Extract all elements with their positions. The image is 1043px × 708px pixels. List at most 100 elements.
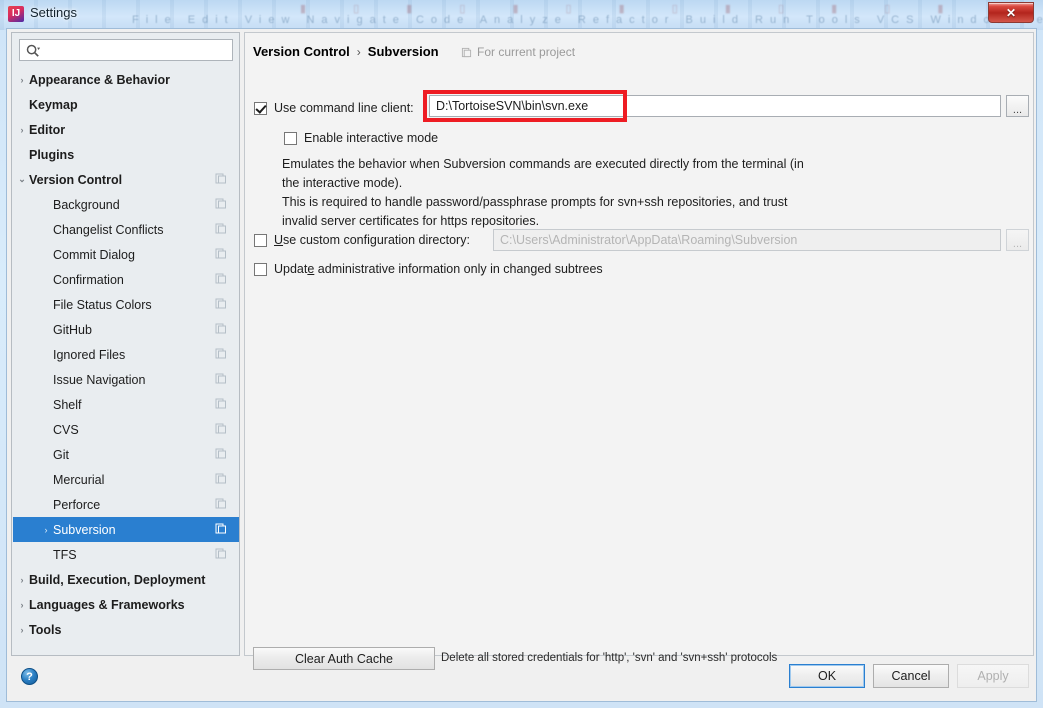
sidebar-item-subversion[interactable]: › Subversion [13,517,239,542]
apply-button[interactable]: Apply [957,664,1029,688]
command-line-client-browse-button[interactable]: ... [1006,95,1029,117]
sidebar-item-label: Shelf [53,397,82,412]
settings-window: File Edit View Navigate Code Analyze Ref… [0,0,1043,708]
sidebar-item-label: Version Control [29,172,123,187]
help-icon[interactable]: ? [21,668,38,685]
chevron-right-icon[interactable]: › [15,125,29,135]
sidebar-item-mercurial[interactable]: Mercurial [13,467,239,492]
chevron-right-icon[interactable]: › [15,625,29,635]
sidebar-item-label: Appearance & Behavior [29,72,171,87]
breadcrumb: Version Control › Subversion [253,44,439,59]
sidebar-item-perforce[interactable]: Perforce [13,492,239,517]
search-icon [26,44,41,57]
sidebar-item-git[interactable]: Git [13,442,239,467]
sidebar-item-label: GitHub [53,322,92,337]
sidebar-item-label: CVS [53,422,79,437]
project-scope-icon [215,323,226,334]
use-command-line-client-checkbox[interactable] [254,102,267,115]
sidebar-item-ignored-files[interactable]: Ignored Files [13,342,239,367]
sidebar-item-label: Ignored Files [53,347,126,362]
custom-config-directory-field[interactable]: C:\Users\Administrator\AppData\Roaming\S… [493,229,1001,251]
search-input[interactable] [46,40,230,60]
chevron-down-icon[interactable]: ⌄ [15,174,29,185]
clear-auth-cache-note: Delete all stored credentials for 'http'… [441,652,778,664]
use-custom-config-directory-label: Use custom configuration directory: [274,233,470,247]
sidebar-item-label: Editor [29,122,66,137]
sidebar-item-confirmation[interactable]: Confirmation [13,267,239,292]
breadcrumb-root[interactable]: Version Control [253,44,350,59]
enable-interactive-mode-row[interactable]: Enable interactive mode [284,131,438,145]
command-line-client-path-field[interactable]: D:\TortoiseSVN\bin\svn.exe [429,95,1001,117]
sidebar-item-github[interactable]: GitHub [13,317,239,342]
chevron-right-icon[interactable]: › [39,525,53,535]
custom-config-directory-browse-button[interactable]: ... [1006,229,1029,251]
project-scope-icon [215,198,226,209]
chevron-right-icon[interactable]: › [15,600,29,610]
label-rest: se custom configuration directory: [283,233,470,247]
sidebar-item-label: Subversion [53,522,116,537]
sidebar-item-languages-frameworks[interactable]: › Languages & Frameworks [13,592,239,617]
sidebar-item-background[interactable]: Background [13,192,239,217]
project-scope-icon [215,298,226,309]
sidebar-item-version-control[interactable]: ⌄ Version Control [13,167,239,192]
scope-note-label: For current project [477,45,576,59]
cancel-button[interactable]: Cancel [873,664,949,688]
project-scope-icon [215,223,226,234]
project-scope-icon [215,523,226,534]
use-command-line-client-row[interactable]: Use command line client: [254,101,414,115]
sidebar-item-issue-navigation[interactable]: Issue Navigation [13,367,239,392]
sidebar-item-label: Tools [29,622,62,637]
project-scope-icon [215,348,226,359]
update-administrative-info-label: Update administrative information only i… [274,262,603,276]
subversion-settings-panel: Version Control › Subversion For current… [244,32,1034,670]
enable-interactive-mode-checkbox[interactable] [284,132,297,145]
sidebar-item-editor[interactable]: › Editor [13,117,239,142]
interactive-mode-description: Emulates the behavior when Subversion co… [282,155,902,231]
use-custom-config-directory-checkbox[interactable] [254,234,267,247]
project-scope-icon [215,498,226,509]
project-scope-icon [215,173,226,184]
update-administrative-info-checkbox[interactable] [254,263,267,276]
close-icon[interactable]: ✕ [988,2,1034,23]
description-line: the interactive mode). [282,176,403,190]
sidebar-item-build-execution-deployment[interactable]: › Build, Execution, Deployment [13,567,239,592]
sidebar-item-label: Perforce [53,497,101,512]
sidebar-item-label: TFS [53,547,77,562]
intellij-idea-icon: IJ [8,6,24,22]
titlebar: IJ Settings ✕ [0,0,1043,28]
sidebar-item-label: Keymap [29,97,78,112]
sidebar-item-file-status-colors[interactable]: File Status Colors [13,292,239,317]
sidebar-item-plugins[interactable]: Plugins [13,142,239,167]
sidebar-item-shelf[interactable]: Shelf [13,392,239,417]
project-scope-icon [215,448,226,459]
project-scope-icon [461,47,472,57]
sidebar-item-cvs[interactable]: CVS [13,417,239,442]
sidebar-item-tfs[interactable]: TFS [13,542,239,567]
clear-auth-cache-button[interactable]: Clear Auth Cache [253,647,435,670]
project-scope-icon [215,273,226,284]
breadcrumb-separator: › [356,44,361,59]
project-scope-icon [215,248,226,259]
project-scope-icon [215,373,226,384]
project-scope-icon [215,423,226,434]
sidebar-item-tools[interactable]: › Tools [13,617,239,642]
search-box[interactable] [19,39,233,61]
sidebar-item-keymap[interactable]: Keymap [13,92,239,117]
dialog-client-area: › Appearance & Behavior Keymap › Editor Plugi… [6,28,1037,702]
update-administrative-info-row[interactable]: Update administrative information only i… [254,262,603,276]
project-scope-icon [215,473,226,484]
sidebar-item-appearance-behavior[interactable]: › Appearance & Behavior [13,67,239,92]
breadcrumb-leaf: Subversion [367,44,439,59]
use-custom-config-directory-row[interactable]: Use custom configuration directory: [254,233,470,247]
sidebar-item-changelist-conflicts[interactable]: Changelist Conflicts [13,217,239,242]
ok-button[interactable]: OK [789,664,865,688]
settings-tree[interactable]: › Appearance & Behavior Keymap › Editor Plugi… [13,67,239,653]
project-scope-icon [215,398,226,409]
sidebar-item-label: Commit Dialog [53,247,135,262]
chevron-right-icon[interactable]: › [15,75,29,85]
description-line: This is required to handle password/pass… [282,195,788,209]
sidebar-item-commit-dialog[interactable]: Commit Dialog [13,242,239,267]
chevron-right-icon[interactable]: › [15,575,29,585]
sidebar-item-label: Confirmation [53,272,124,287]
sidebar-item-label: Mercurial [53,472,105,487]
